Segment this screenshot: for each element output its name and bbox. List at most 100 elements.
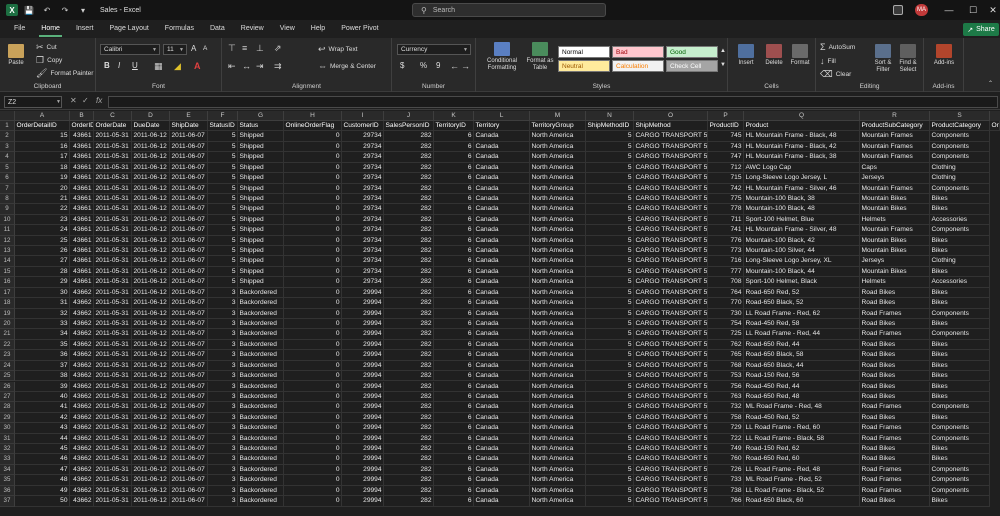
- table-cell[interactable]: 6: [434, 141, 474, 153]
- table-cell[interactable]: 29994: [342, 402, 384, 413]
- table-cell[interactable]: 708: [708, 277, 744, 288]
- table-cell[interactable]: Road Bikes: [860, 360, 930, 372]
- align-middle-icon[interactable]: ≡: [242, 43, 250, 53]
- table-cell[interactable]: 282: [384, 339, 434, 351]
- table-cell[interactable]: 0: [284, 141, 342, 153]
- table-cell[interactable]: North America: [530, 152, 586, 163]
- table-cell[interactable]: Road Frames: [860, 485, 930, 497]
- table-cell[interactable]: 19: [15, 173, 70, 184]
- table-cell[interactable]: Components: [930, 485, 990, 497]
- table-cell[interactable]: Canada: [474, 454, 530, 465]
- table-cell[interactable]: Sport-100 Helmet, Black: [744, 277, 860, 288]
- table-cell[interactable]: 29734: [342, 183, 384, 194]
- row-number[interactable]: 9: [0, 204, 15, 215]
- table-cell[interactable]: Canada: [474, 475, 530, 486]
- table-cell[interactable]: Shipped: [238, 152, 284, 163]
- table-cell[interactable]: 6: [434, 412, 474, 424]
- table-cell[interactable]: Canada: [474, 131, 530, 142]
- table-cell[interactable]: 29994: [342, 464, 384, 476]
- table-cell[interactable]: 2011-06-07: [170, 318, 208, 330]
- tab-home[interactable]: Home: [39, 20, 62, 38]
- table-cell[interactable]: 2011-06-07: [170, 391, 208, 403]
- table-cell[interactable]: Road Bikes: [860, 444, 930, 455]
- table-cell[interactable]: 29994: [342, 475, 384, 486]
- table-cell[interactable]: North America: [530, 266, 586, 278]
- table-cell[interactable]: North America: [530, 162, 586, 174]
- table-cell[interactable]: LL Road Frame - Red, 62: [744, 308, 860, 319]
- table-cell[interactable]: Road-650 Red, 44: [744, 339, 860, 351]
- table-cell[interactable]: 2011-05-31: [94, 339, 132, 351]
- table-cell[interactable]: 28: [15, 266, 70, 278]
- format-painter-button[interactable]: 🖌 Format Painter: [36, 68, 93, 79]
- table-cell[interactable]: 2011-06-12: [132, 423, 170, 434]
- table-cell[interactable]: 16: [15, 141, 70, 153]
- column-header-c[interactable]: C: [94, 111, 132, 121]
- table-cell[interactable]: Canada: [474, 371, 530, 382]
- table-cell[interactable]: 2011-06-07: [170, 173, 208, 184]
- table-cell[interactable]: Canada: [474, 162, 530, 174]
- table-cell[interactable]: 43661: [70, 183, 94, 194]
- table-cell[interactable]: 0: [284, 256, 342, 267]
- table-cell[interactable]: 2011-05-31: [94, 329, 132, 340]
- table-cell[interactable]: 282: [384, 246, 434, 257]
- table-cell[interactable]: North America: [530, 131, 586, 142]
- table-cell[interactable]: Accessories: [930, 277, 990, 288]
- table-cell[interactable]: 2011-06-07: [170, 444, 208, 455]
- table-cell[interactable]: North America: [530, 225, 586, 236]
- table-cell[interactable]: Canada: [474, 246, 530, 257]
- table-cell[interactable]: 729: [708, 423, 744, 434]
- table-cell[interactable]: 29734: [342, 131, 384, 142]
- table-cell[interactable]: Clothing: [930, 256, 990, 267]
- table-cell[interactable]: Canada: [474, 214, 530, 226]
- table-cell[interactable]: 43662: [70, 339, 94, 351]
- percent-button[interactable]: %: [420, 61, 427, 70]
- row-number[interactable]: 10: [0, 214, 15, 226]
- table-cell[interactable]: CARGO TRANSPORT 5: [634, 485, 708, 497]
- column-header-g[interactable]: G: [238, 111, 284, 121]
- row-number[interactable]: 3: [0, 141, 15, 153]
- table-cell[interactable]: 3: [208, 423, 238, 434]
- column-header-j[interactable]: J: [384, 111, 434, 121]
- table-cell[interactable]: 2011-06-12: [132, 360, 170, 372]
- table-cell[interactable]: Shipped: [238, 173, 284, 184]
- column-header-n[interactable]: N: [586, 111, 634, 121]
- table-cell[interactable]: 756: [708, 381, 744, 392]
- table-cell[interactable]: 18: [15, 162, 70, 174]
- column-title-cell[interactable]: OrderDetailID: [15, 121, 70, 132]
- table-cell[interactable]: 43661: [70, 173, 94, 184]
- table-cell[interactable]: 2011-06-12: [132, 266, 170, 278]
- table-cell[interactable]: 2011-06-12: [132, 485, 170, 497]
- table-cell[interactable]: 2011-06-12: [132, 193, 170, 205]
- table-cell[interactable]: 2011-05-31: [94, 360, 132, 372]
- table-cell[interactable]: Shipped: [238, 193, 284, 205]
- table-cell[interactable]: North America: [530, 402, 586, 413]
- row-number[interactable]: 29: [0, 412, 15, 424]
- table-cell[interactable]: 762: [708, 339, 744, 351]
- table-cell[interactable]: 0: [284, 402, 342, 413]
- table-cell[interactable]: Components: [930, 433, 990, 444]
- table-cell[interactable]: 2011-06-07: [170, 475, 208, 486]
- table-cell[interactable]: 3: [208, 360, 238, 372]
- cut-button[interactable]: ✂ Cut: [36, 42, 57, 53]
- row-number[interactable]: 30: [0, 423, 15, 434]
- table-cell[interactable]: 3: [208, 308, 238, 319]
- table-cell[interactable]: Canada: [474, 496, 530, 507]
- search-input[interactable]: ⚲ Search: [412, 3, 606, 17]
- table-cell[interactable]: 6: [434, 308, 474, 319]
- table-cell[interactable]: HL Mountain Frame - Silver, 48: [744, 225, 860, 236]
- table-cell[interactable]: North America: [530, 496, 586, 507]
- table-cell[interactable]: CARGO TRANSPORT 5: [634, 298, 708, 309]
- table-cell[interactable]: 5: [208, 214, 238, 226]
- table-cell[interactable]: 2011-06-12: [132, 204, 170, 215]
- underline-button[interactable]: U: [132, 61, 138, 70]
- table-cell[interactable]: 29994: [342, 329, 384, 340]
- table-cell[interactable]: Bikes: [930, 193, 990, 205]
- table-cell[interactable]: 0: [284, 277, 342, 288]
- table-cell[interactable]: 3: [208, 412, 238, 424]
- table-cell[interactable]: 2011-05-31: [94, 318, 132, 330]
- table-cell[interactable]: 745: [708, 131, 744, 142]
- table-cell[interactable]: 2011-06-07: [170, 225, 208, 236]
- table-cell[interactable]: 5: [586, 214, 634, 226]
- tab-file[interactable]: File: [12, 20, 27, 38]
- table-cell[interactable]: CARGO TRANSPORT 5: [634, 193, 708, 205]
